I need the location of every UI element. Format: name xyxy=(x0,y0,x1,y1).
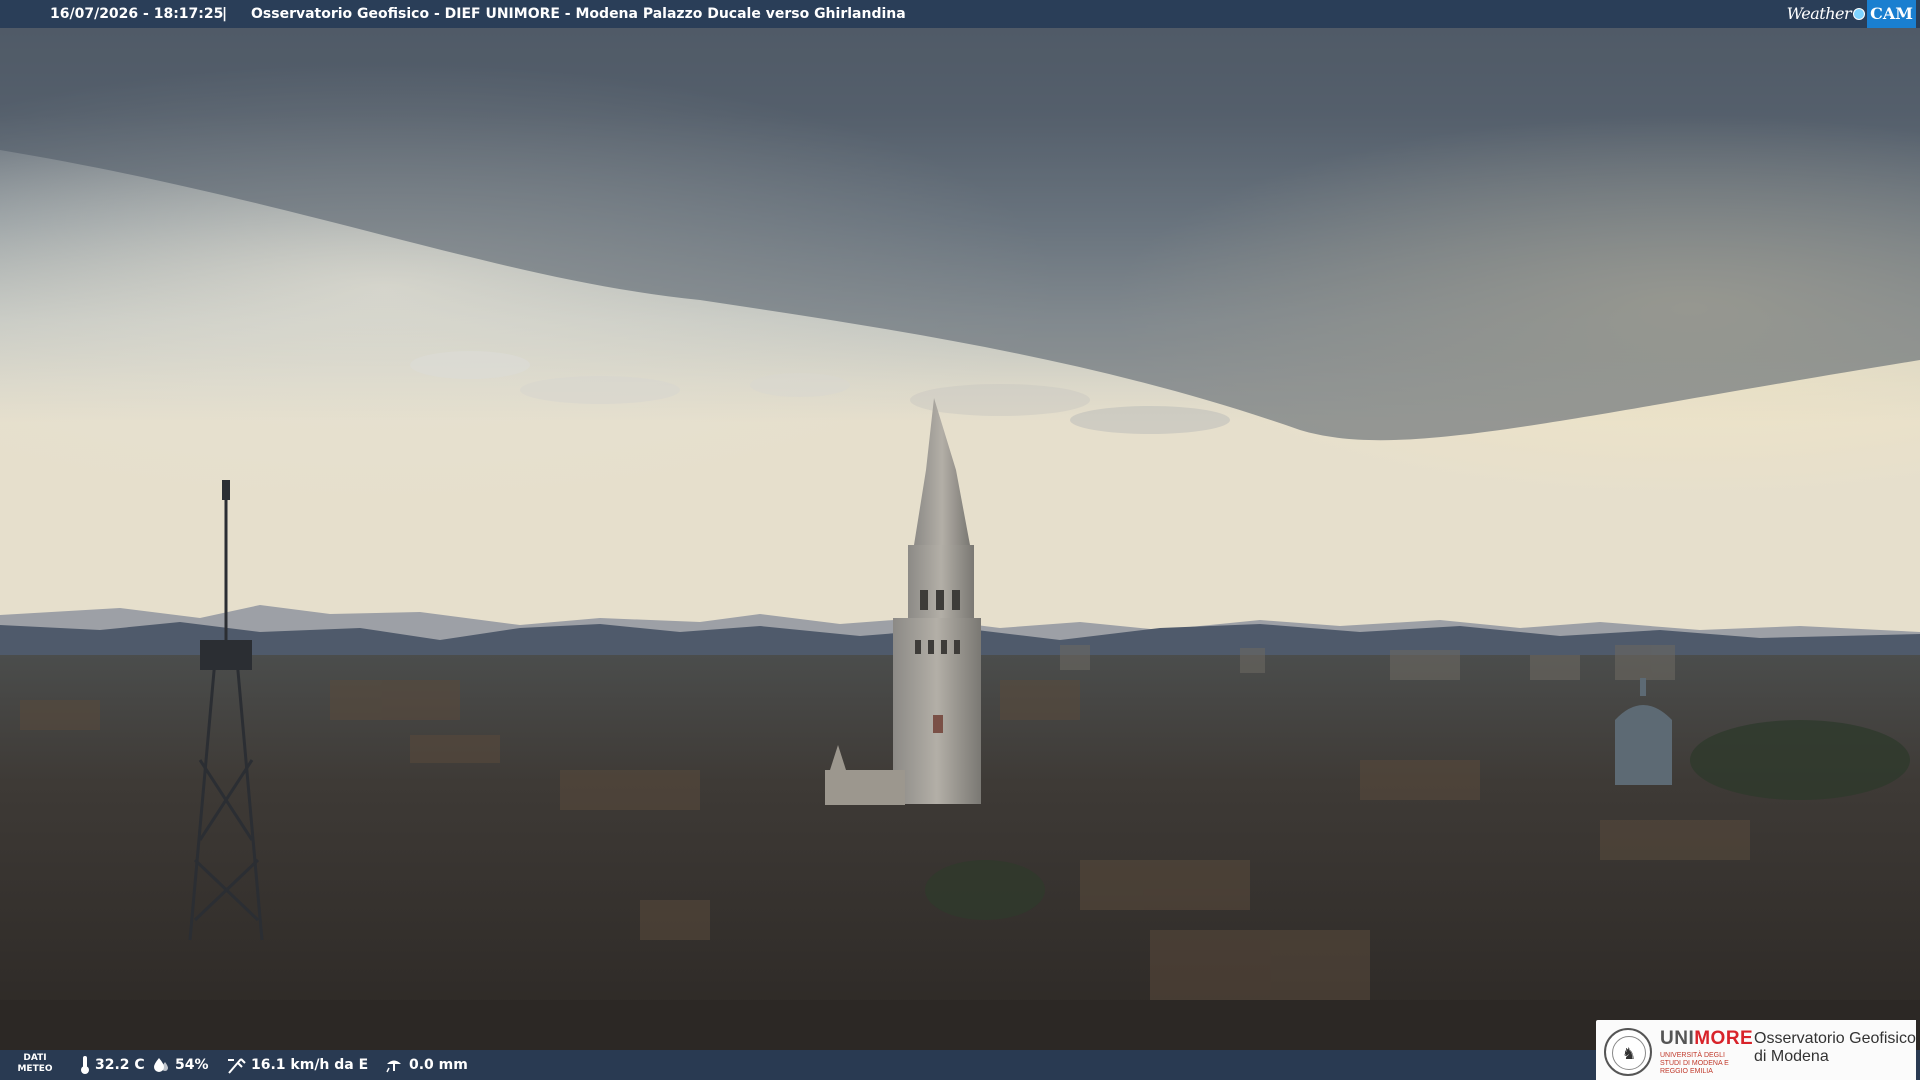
header-bar: 16/07/2026 - 18:17:25 | Osservatorio Geo… xyxy=(0,0,1920,28)
observatory-name: Osservatorio Geofisico di Modena xyxy=(1754,1030,1916,1065)
temperature-value: 32.2 C xyxy=(95,1057,145,1073)
wind-value: 16.1 km/h da E xyxy=(251,1057,369,1073)
webcam-image xyxy=(0,0,1920,1080)
rain-gauge-icon xyxy=(384,1056,404,1074)
university-subtitle: UNIVERSITÀ DEGLI STUDI DI MODENA E REGGI… xyxy=(1660,1052,1729,1075)
unimore-wordmark: UNIMORE xyxy=(1660,1028,1754,1049)
humidity-readout: 54% xyxy=(152,1050,209,1080)
university-seal-icon: ♞ xyxy=(1604,1028,1652,1076)
thermometer-icon xyxy=(80,1055,90,1075)
rain-readout: 0.0 mm xyxy=(384,1050,468,1080)
header-separator: | xyxy=(222,6,228,22)
weathercam-logo: Weather CAM xyxy=(1786,0,1916,28)
brand-cam-text: CAM xyxy=(1867,0,1916,28)
wind-readout: 16.1 km/h da E xyxy=(226,1050,368,1080)
humidity-drop-icon xyxy=(152,1056,170,1074)
brand-weather-text: Weather xyxy=(1786,4,1852,23)
rain-value: 0.0 mm xyxy=(409,1057,468,1073)
temperature-readout: 32.2 C xyxy=(80,1050,145,1080)
unimore-observatory-logo: ♞ UNIMORE UNIVERSITÀ DEGLI STUDI DI MODE… xyxy=(1596,1020,1916,1080)
weather-data-label: DATI METEO xyxy=(17,1053,53,1074)
wind-icon xyxy=(226,1055,246,1075)
humidity-value: 54% xyxy=(175,1057,209,1073)
timestamp: 16/07/2026 - 18:17:25 xyxy=(50,6,224,22)
brand-dot-icon xyxy=(1853,8,1866,20)
camera-title: Osservatorio Geofisico - DIEF UNIMORE - … xyxy=(251,6,906,22)
